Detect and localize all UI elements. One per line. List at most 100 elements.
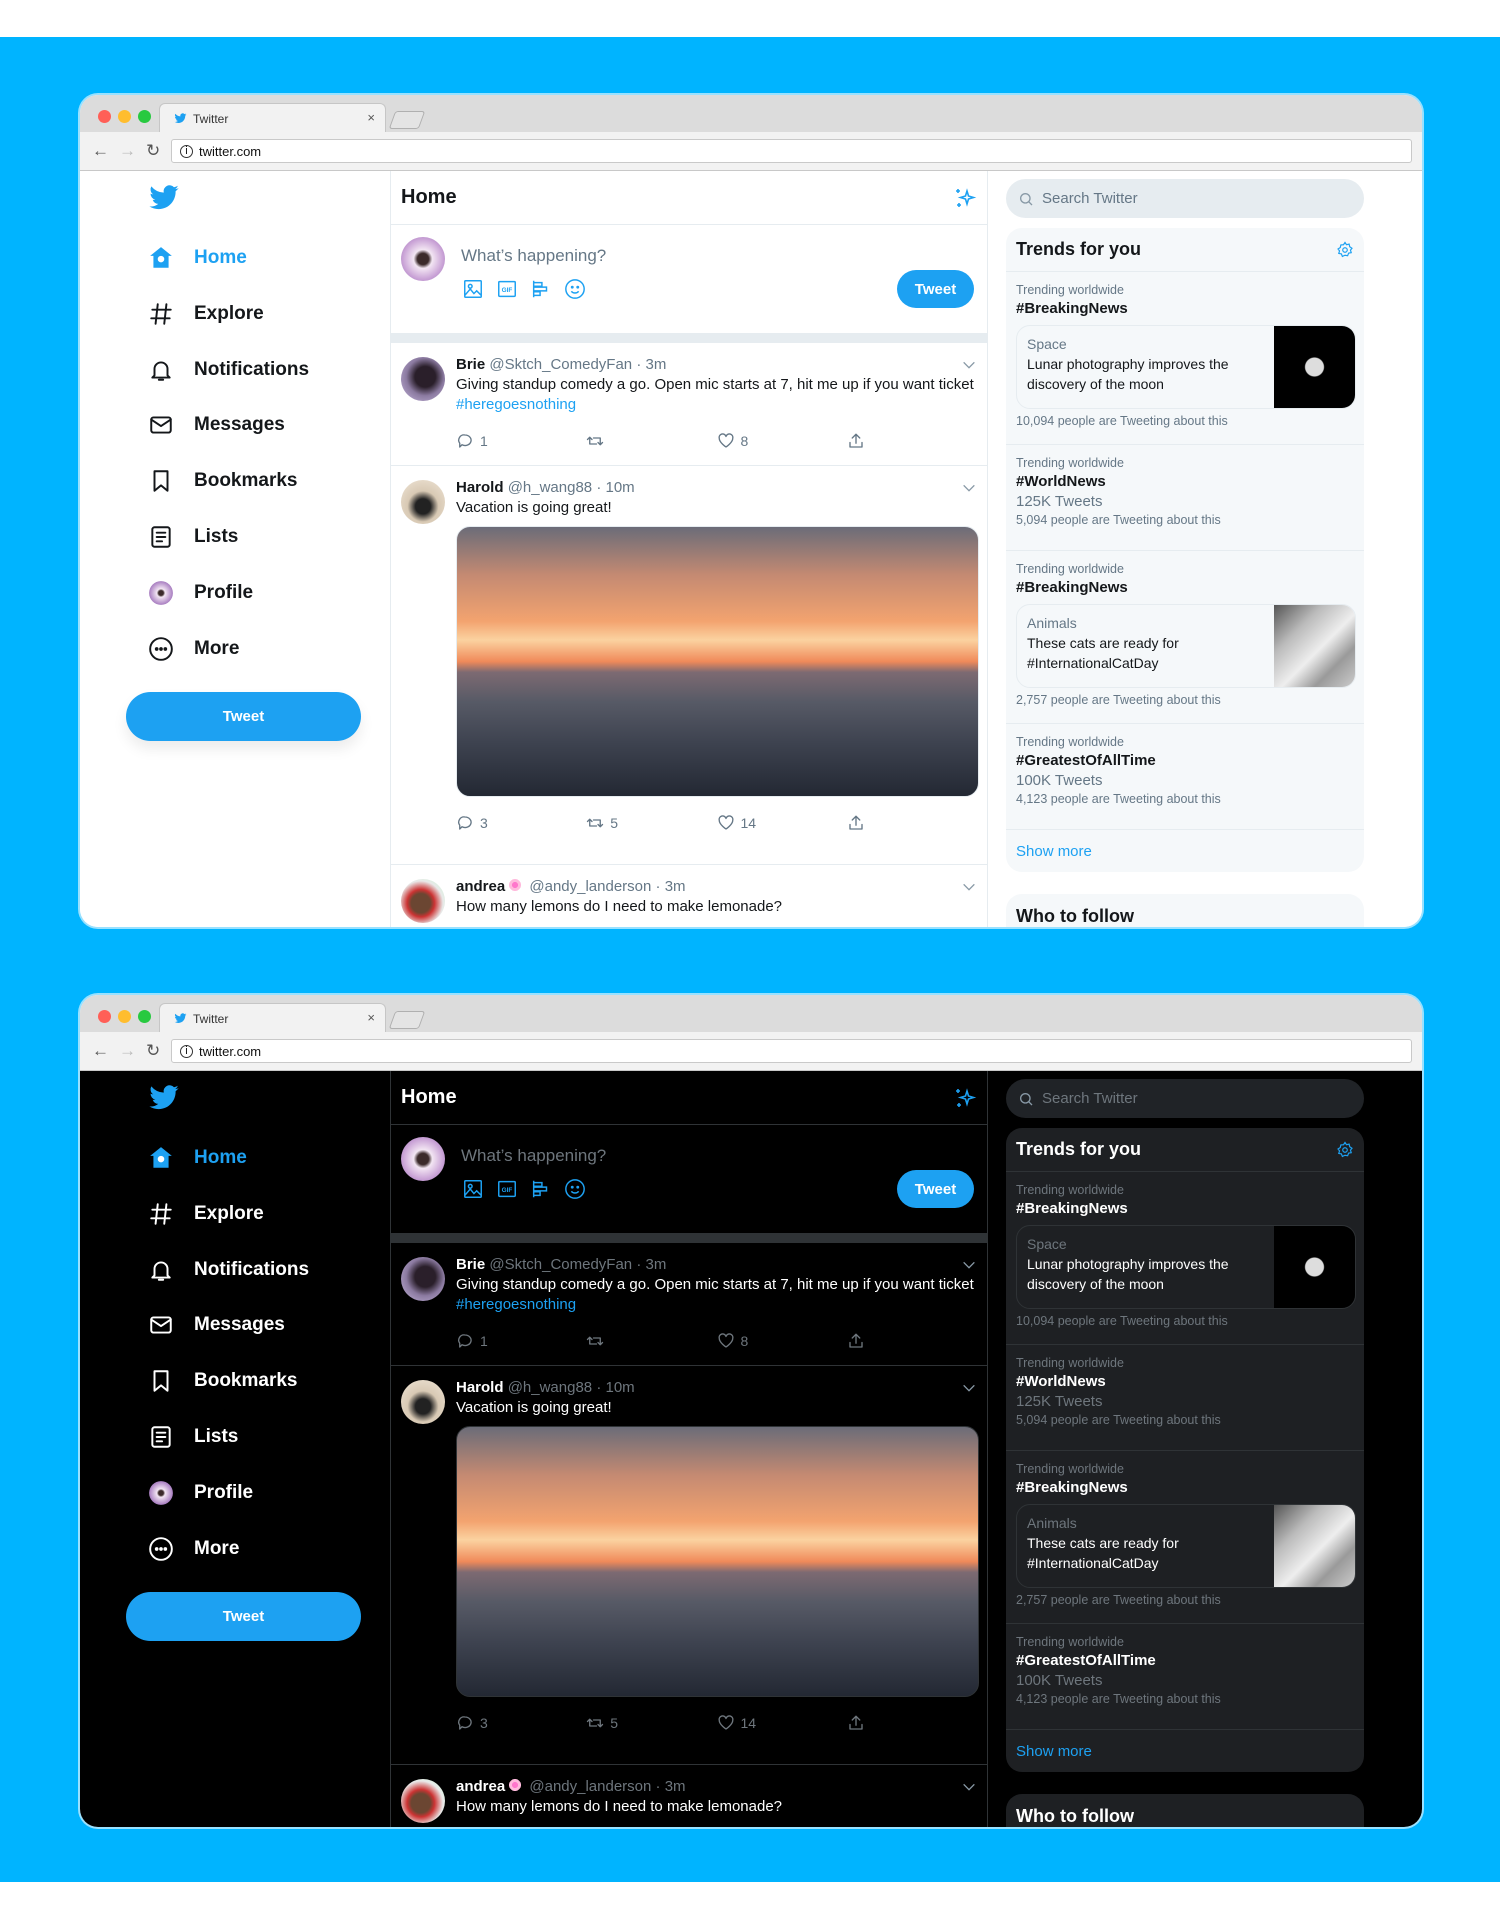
tweet[interactable]: Harold @h_wang8810mVacation is going gre…: [391, 466, 987, 865]
twitter-logo-icon[interactable]: [148, 1082, 180, 1114]
forward-arrow-icon[interactable]: →: [119, 1041, 136, 1061]
tweet-hashtag-link[interactable]: #heregoesnothing: [456, 1296, 576, 1313]
poll-icon[interactable]: [530, 1178, 552, 1200]
share-button[interactable]: [847, 432, 977, 450]
chevron-down-icon[interactable]: [961, 480, 977, 496]
back-arrow-icon[interactable]: ←: [92, 141, 109, 161]
sidebar-item-lists[interactable]: Lists: [148, 519, 238, 555]
retweet-button[interactable]: [586, 432, 716, 450]
gif-icon[interactable]: GIF: [496, 278, 518, 300]
tweet-author-avatar[interactable]: [401, 1380, 445, 1424]
tweet-hashtag-link[interactable]: #heregoesnothing: [456, 396, 576, 413]
tweet[interactable]: Brie @Sktch_ComedyFan3mGiving standup co…: [391, 343, 987, 466]
emoji-icon[interactable]: [564, 278, 586, 300]
trend-item[interactable]: Trending worldwide #BreakingNews Animals Th…: [1006, 551, 1364, 724]
share-button[interactable]: [847, 1714, 977, 1732]
sparkle-icon[interactable]: [953, 186, 977, 210]
tweet-author-avatar[interactable]: [401, 1257, 445, 1301]
chevron-down-icon[interactable]: [961, 357, 977, 373]
tweet[interactable]: Harold @h_wang8810mVacation is going gre…: [391, 1366, 987, 1765]
compose-tweet-button[interactable]: Tweet: [897, 1170, 974, 1208]
maximize-window-button[interactable]: [138, 110, 151, 123]
sparkle-icon[interactable]: [953, 1086, 977, 1110]
maximize-window-button[interactable]: [138, 1010, 151, 1023]
trend-news-card[interactable]: Space Lunar photography improves the disc…: [1016, 325, 1356, 409]
sidebar-item-messages[interactable]: Messages: [148, 1307, 285, 1343]
trend-item[interactable]: Trending worldwide #BreakingNews Space Luna…: [1006, 1172, 1364, 1345]
tweet[interactable]: andrea @andy_landerson3mHow many lemons …: [391, 865, 987, 927]
twitter-logo-icon[interactable]: [148, 182, 180, 214]
gear-icon[interactable]: [1336, 1140, 1354, 1159]
like-button[interactable]: 14: [717, 813, 847, 833]
compose-tweet-button[interactable]: Tweet: [897, 270, 974, 308]
url-field[interactable]: i twitter.com: [171, 139, 1412, 163]
chevron-down-icon[interactable]: [961, 1257, 977, 1273]
search-input[interactable]: Search Twitter: [1042, 1090, 1138, 1107]
gif-icon[interactable]: GIF: [496, 1178, 518, 1200]
sidebar-item-home[interactable]: Home: [148, 240, 247, 276]
sidebar-item-bookmarks[interactable]: Bookmarks: [148, 463, 298, 499]
tweet-author-avatar[interactable]: [401, 357, 445, 401]
url-field[interactable]: i twitter.com: [171, 1039, 1412, 1063]
tweet-author-avatar[interactable]: [401, 480, 445, 524]
compose-input[interactable]: What’s happening?: [461, 245, 861, 267]
new-tab-button[interactable]: [388, 1011, 426, 1029]
compose-input[interactable]: What’s happening?: [461, 1145, 861, 1167]
emoji-icon[interactable]: [564, 1178, 586, 1200]
tweet-author-name[interactable]: Harold: [456, 479, 504, 496]
sidebar-item-more[interactable]: More: [148, 631, 239, 667]
show-more-link[interactable]: Show more: [1006, 830, 1364, 872]
sidebar-item-profile[interactable]: Profile: [148, 575, 253, 611]
retweet-button[interactable]: [586, 1332, 716, 1350]
sidebar-item-more[interactable]: More: [148, 1531, 239, 1567]
sidebar-item-explore[interactable]: Explore: [148, 296, 264, 332]
tweet[interactable]: andrea @andy_landerson3mHow many lemons …: [391, 1765, 987, 1827]
tweet-author-name[interactable]: andrea: [456, 1778, 505, 1795]
share-button[interactable]: [847, 1332, 977, 1350]
sidebar-tweet-button[interactable]: Tweet: [126, 1592, 361, 1641]
search-bar[interactable]: Search Twitter: [1006, 1079, 1364, 1118]
reply-button[interactable]: 1: [456, 431, 586, 451]
trend-item[interactable]: Trending worldwide #WorldNews 125K Tweets 5…: [1006, 1345, 1364, 1451]
show-more-link[interactable]: Show more: [1006, 1730, 1364, 1772]
minimize-window-button[interactable]: [118, 110, 131, 123]
search-bar[interactable]: Search Twitter: [1006, 179, 1364, 218]
sidebar-item-lists[interactable]: Lists: [148, 1419, 238, 1455]
reload-icon[interactable]: ↻: [146, 1041, 160, 1061]
trend-item[interactable]: Trending worldwide #BreakingNews Space Luna…: [1006, 272, 1364, 445]
user-avatar[interactable]: [401, 237, 445, 281]
trend-item[interactable]: Trending worldwide #GreatestOfAllTime 100K…: [1006, 724, 1364, 830]
sidebar-item-profile[interactable]: Profile: [148, 1475, 253, 1511]
retweet-button[interactable]: 5: [586, 813, 716, 833]
sidebar-tweet-button[interactable]: Tweet: [126, 692, 361, 741]
sidebar-item-home[interactable]: Home: [148, 1140, 247, 1176]
trend-news-card[interactable]: Space Lunar photography improves the disc…: [1016, 1225, 1356, 1309]
share-button[interactable]: [847, 814, 977, 832]
minimize-window-button[interactable]: [118, 1010, 131, 1023]
chevron-down-icon[interactable]: [961, 1779, 977, 1795]
forward-arrow-icon[interactable]: →: [119, 141, 136, 161]
tweet-author-name[interactable]: andrea: [456, 878, 505, 895]
back-arrow-icon[interactable]: ←: [92, 1041, 109, 1061]
chevron-down-icon[interactable]: [961, 879, 977, 895]
close-window-button[interactable]: [98, 1010, 111, 1023]
sidebar-item-explore[interactable]: Explore: [148, 1196, 264, 1232]
sidebar-item-messages[interactable]: Messages: [148, 407, 285, 443]
sunset-photo[interactable]: [456, 526, 979, 797]
retweet-button[interactable]: 5: [586, 1713, 716, 1733]
reply-button[interactable]: 3: [456, 1713, 586, 1733]
trend-news-card[interactable]: Animals These cats are ready for #Interna…: [1016, 1504, 1356, 1588]
poll-icon[interactable]: [530, 278, 552, 300]
trend-item[interactable]: Trending worldwide #GreatestOfAllTime 100K…: [1006, 1624, 1364, 1730]
search-input[interactable]: Search Twitter: [1042, 190, 1138, 207]
image-icon[interactable]: [462, 278, 484, 300]
browser-tab[interactable]: Twitter ×: [159, 103, 386, 133]
sunset-photo[interactable]: [456, 1426, 979, 1697]
trend-item[interactable]: Trending worldwide #WorldNews 125K Tweets 5…: [1006, 445, 1364, 551]
tweet[interactable]: Brie @Sktch_ComedyFan3mGiving standup co…: [391, 1243, 987, 1366]
sidebar-item-bookmarks[interactable]: Bookmarks: [148, 1363, 298, 1399]
close-window-button[interactable]: [98, 110, 111, 123]
sidebar-item-notifications[interactable]: Notifications: [148, 352, 309, 388]
reload-icon[interactable]: ↻: [146, 141, 160, 161]
image-icon[interactable]: [462, 1178, 484, 1200]
